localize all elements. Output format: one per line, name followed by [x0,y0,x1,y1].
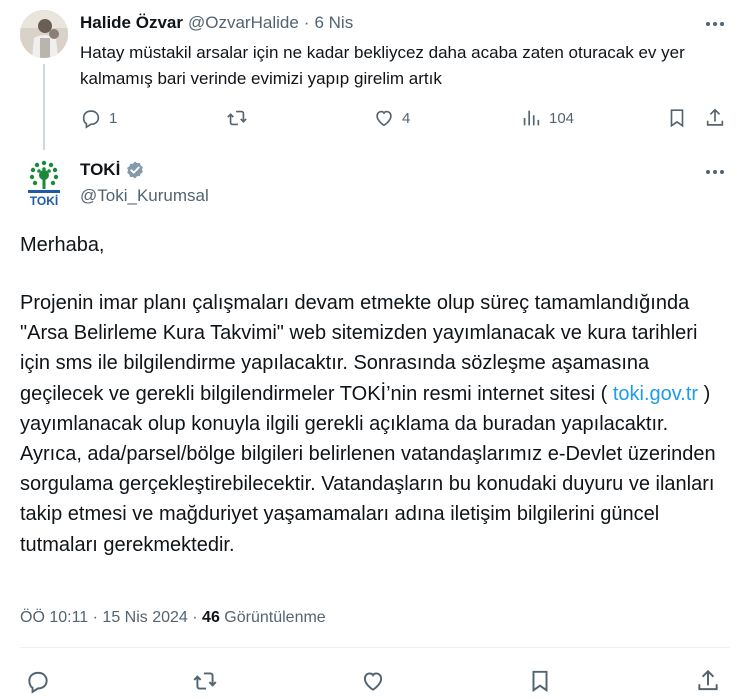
reply-count: 1 [109,109,118,127]
reply-more-button[interactable] [700,12,730,36]
heart-icon [363,672,383,691]
tweet-body-part2: ) yayımlanacak olup konuyla ilgili gerek… [20,382,716,556]
thread-line [43,64,45,150]
bookmark-icon [670,109,684,128]
reply-views-button[interactable]: 104 [520,107,574,129]
reply-text: Hatay müstakil arsalar için ne kadar bek… [80,43,685,88]
retweet-icon [193,672,217,690]
reply-action-bar: 1 4 104 [80,105,730,133]
divider [20,647,730,648]
main-retweet-button[interactable] [192,668,218,694]
tweet-body-part1: Projenin imar planı çalışmaları devam et… [20,292,698,405]
views-icon [523,110,540,126]
retweet-icon [227,110,247,126]
main-author-handle[interactable]: @Toki_Kurumsal [80,186,209,206]
more-icon [706,170,724,174]
reply-date[interactable]: 6 Nis [314,13,353,33]
reply-author-avatar[interactable] [20,10,68,58]
main-more-button[interactable] [700,160,730,184]
main-reply-button[interactable] [25,668,51,694]
reply-share-button[interactable] [704,107,726,129]
tweet-time[interactable]: ÖÖ 10:11 [20,609,88,626]
meta-separator: · [92,609,98,626]
reply-retweet-button[interactable] [226,107,248,129]
main-action-bar [20,666,730,696]
reply-header: Halide Özvar @OzvarHalide · 6 Nis [80,13,353,33]
tweet-meta: ÖÖ 10:11 · 15 Nis 2024 · 46 Görüntülenme [20,609,326,627]
like-count: 4 [402,109,411,127]
reply-icon [28,671,48,694]
reply-icon [82,110,100,129]
main-bookmark-button[interactable] [527,668,553,694]
reply-author-handle[interactable]: @OzvarHalide [188,13,299,33]
main-share-button[interactable] [695,668,721,694]
heart-icon [376,110,392,127]
bookmark-icon [532,670,548,693]
tweet-views-label: Görüntülenme [224,609,326,626]
tweet-body: Projenin imar planı çalışmaları devam et… [20,288,730,560]
reply-author-name[interactable]: Halide Özvar [80,13,183,33]
reply-tweet[interactable]: Halide Özvar @OzvarHalide · 6 Nis Hatay … [0,0,746,150]
views-count: 104 [549,109,575,127]
verified-badge-icon[interactable] [125,160,145,180]
toki-logo: TOKİ [28,160,60,208]
more-icon [706,22,724,26]
reply-reply-button[interactable]: 1 [80,107,117,129]
share-icon [698,669,718,691]
main-like-button[interactable] [360,668,386,694]
tweet-views-count: 46 [202,609,220,626]
toki-logo-text: TOKİ [30,193,58,208]
share-icon [706,108,724,126]
reply-separator: · [303,13,310,32]
main-author-name[interactable]: TOKİ [80,160,120,180]
main-author-row: TOKİ [80,160,145,180]
toki-website-link[interactable]: toki.gov.tr [613,383,698,405]
meta-separator: · [192,609,198,626]
reply-like-button[interactable]: 4 [373,107,410,129]
tweet-date[interactable]: 15 Nis 2024 [102,609,187,626]
reply-bookmark-button[interactable] [666,107,688,129]
toki-avatar[interactable]: TOKİ [20,157,68,209]
tweet-greeting: Merhaba, [20,234,105,256]
